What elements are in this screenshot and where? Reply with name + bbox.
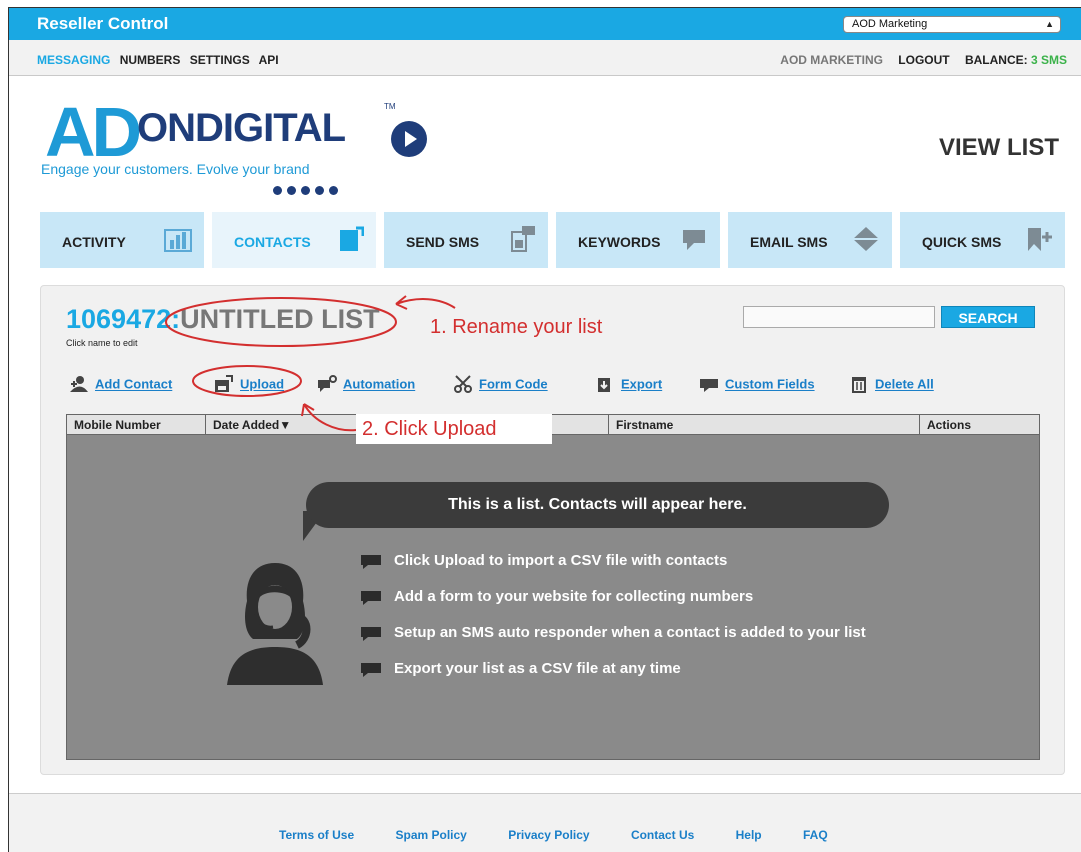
nav-account-name[interactable]: AOD MARKETING (780, 53, 883, 67)
tab-label: KEYWORDS (578, 234, 661, 250)
chat-bullet-icon (361, 627, 381, 641)
automation-icon (318, 375, 337, 392)
upload-icon (215, 375, 233, 392)
tab-contacts[interactable]: CONTACTS (212, 212, 376, 268)
support-agent-icon (227, 563, 323, 685)
list-item: Add a form to your website for collectin… (360, 588, 866, 624)
custom-fields-icon (700, 379, 718, 392)
tab-quick-sms[interactable]: QUICK SMS (900, 212, 1065, 268)
main-tabs: ACTIVITY CONTACTS SEND SMS KEYWORDS EMAI… (40, 212, 1065, 268)
account-select[interactable]: AOD Marketing ▲ (843, 16, 1061, 33)
add-contact-link[interactable]: Add Contact (69, 375, 172, 393)
balance-label: BALANCE: (964, 53, 1028, 67)
page-title: VIEW LIST (939, 134, 1059, 161)
annotation-rename: 1. Rename your list (430, 316, 603, 338)
export-link[interactable]: Export (595, 375, 662, 393)
nav-settings[interactable]: SETTINGS (190, 53, 250, 67)
list-heading: 1069472:UNTITLED LIST (66, 304, 380, 335)
quick-add-icon (1028, 228, 1052, 251)
table-header: Mobile Number Date Added▼ Firstname Acti… (67, 415, 1039, 435)
search-input[interactable] (743, 306, 935, 328)
automation-link[interactable]: Automation (317, 375, 415, 393)
speech-bubble-icon (683, 230, 705, 250)
balance-value: 3 SMS (1030, 53, 1067, 67)
contacts-table: Mobile Number Date Added▼ Firstname Acti… (66, 414, 1040, 760)
logo-trademark: TM (384, 102, 396, 111)
empty-state-tips: Click Upload to import a CSV file with c… (360, 552, 866, 696)
upload-link[interactable]: Upload (214, 375, 284, 393)
add-contact-icon (70, 376, 88, 392)
footer-help-link[interactable]: Help (736, 828, 762, 842)
tab-label: ACTIVITY (62, 234, 126, 250)
col-actions: Actions (927, 418, 972, 432)
trash-icon (852, 377, 866, 393)
footer-privacy-link[interactable]: Privacy Policy (508, 828, 589, 842)
search-button[interactable]: SEARCH (941, 306, 1035, 328)
list-item: Click Upload to import a CSV file with c… (360, 552, 866, 588)
scissors-icon (454, 375, 472, 393)
annotation-upload: 2. Click Upload (356, 414, 552, 444)
nav-logout[interactable]: LOGOUT (898, 53, 949, 67)
logo-tagline: Engage your customers. Evolve your brand (41, 161, 310, 177)
empty-state-heading: This is a list. Contacts will appear her… (306, 482, 889, 528)
logo-dots-icon (273, 182, 343, 200)
top-bar: Reseller Control AOD Marketing ▲ (9, 8, 1081, 40)
logo-play-icon (391, 121, 427, 157)
footer: Terms of Use Spam Policy Privacy Policy … (9, 793, 1081, 852)
tab-activity[interactable]: ACTIVITY (40, 212, 204, 268)
footer-spam-link[interactable]: Spam Policy (395, 828, 466, 842)
list-item: Setup an SMS auto responder when a conta… (360, 624, 866, 660)
tab-label: QUICK SMS (922, 234, 1002, 250)
col-mobile-number[interactable]: Mobile Number (67, 415, 206, 435)
account-select-value: AOD Marketing (852, 18, 928, 30)
bar-chart-icon (164, 229, 192, 252)
logo-on-digital: ONDIGITAL (137, 106, 346, 150)
col-firstname[interactable]: Firstname (609, 415, 920, 435)
form-code-link[interactable]: Form Code (453, 375, 548, 393)
list-id: 1069472: (66, 304, 181, 334)
list-panel: 1069472:UNTITLED LIST Click name to edit… (40, 285, 1065, 775)
export-icon (598, 378, 610, 392)
envelope-icon (853, 227, 879, 251)
footer-faq-link[interactable]: FAQ (803, 828, 828, 842)
delete-all-link[interactable]: Delete All (849, 375, 934, 393)
tab-label: SEND SMS (406, 234, 480, 250)
tab-label: EMAIL SMS (750, 234, 828, 250)
chat-bullet-icon (361, 591, 381, 605)
nav-numbers[interactable]: NUMBERS (120, 53, 181, 67)
tab-keywords[interactable]: KEYWORDS (556, 212, 720, 268)
select-arrows-icon: ▲ (1045, 19, 1054, 29)
company-logo[interactable]: AD ONDIGITAL TM Engage your customers. E… (39, 93, 439, 200)
list-item: Export your list as a CSV file at any ti… (360, 660, 866, 696)
tab-send-sms[interactable]: SEND SMS (384, 212, 548, 268)
app-title: Reseller Control (37, 14, 169, 33)
contacts-book-icon (340, 226, 364, 251)
tab-label: CONTACTS (234, 234, 311, 250)
list-name[interactable]: UNTITLED LIST (180, 304, 379, 334)
phone-message-icon (511, 226, 535, 252)
nav-api[interactable]: API (259, 53, 279, 67)
nav-messaging[interactable]: MESSAGING (37, 53, 110, 67)
logo-ad: AD (45, 93, 142, 171)
chat-bullet-icon (361, 555, 381, 569)
tab-email-sms[interactable]: EMAIL SMS (728, 212, 892, 268)
custom-fields-link[interactable]: Custom Fields (699, 375, 815, 393)
edit-hint: Click name to edit (66, 338, 138, 348)
nav-bar: MESSAGING NUMBERS SETTINGS API AOD MARKE… (9, 40, 1081, 76)
footer-contact-link[interactable]: Contact Us (631, 828, 694, 842)
footer-terms-link[interactable]: Terms of Use (279, 828, 354, 842)
chat-bullet-icon (361, 663, 381, 677)
